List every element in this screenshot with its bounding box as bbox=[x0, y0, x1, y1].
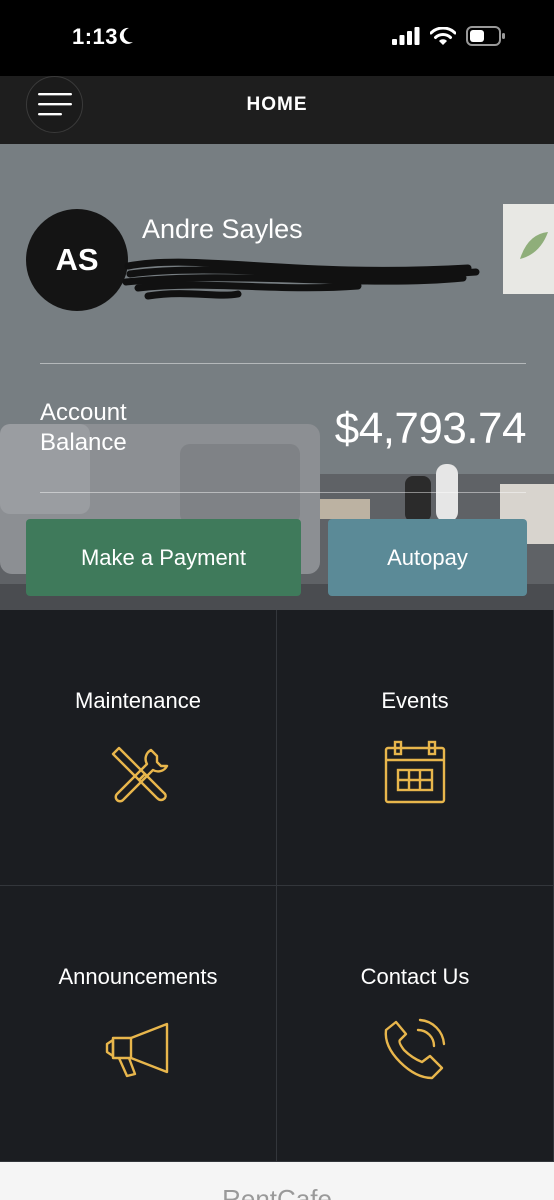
wifi-icon bbox=[430, 26, 456, 45]
battery-icon bbox=[466, 26, 505, 46]
tile-label: Events bbox=[381, 688, 449, 713]
account-balance-value: $4,793.74 bbox=[334, 404, 527, 453]
autopay-button[interactable]: Autopay bbox=[328, 519, 527, 596]
megaphone-icon bbox=[105, 1022, 169, 1078]
account-balance-label: Account Balance bbox=[40, 399, 127, 456]
moon-icon bbox=[119, 27, 133, 44]
tile-label: Maintenance bbox=[75, 688, 201, 713]
tile-label: Contact Us bbox=[360, 964, 470, 989]
nav-bar: HOME bbox=[0, 76, 554, 144]
signal-icon bbox=[392, 27, 420, 45]
account-hero: AS Andre Sayles Account Balance $4,793.7… bbox=[0, 144, 554, 610]
tile-events[interactable]: Events bbox=[277, 610, 554, 886]
rentcafe-logo: RentCafe bbox=[222, 1184, 332, 1200]
phone-icon bbox=[384, 1018, 446, 1080]
tile-label: Announcements bbox=[58, 964, 218, 989]
redaction-scribble bbox=[122, 258, 480, 300]
tile-maintenance[interactable]: Maintenance bbox=[0, 610, 277, 886]
tile-contact-us[interactable]: Contact Us bbox=[277, 886, 554, 1162]
user-name: Andre Sayles bbox=[142, 214, 303, 244]
divider bbox=[40, 492, 526, 493]
divider bbox=[40, 363, 526, 364]
status-icons bbox=[392, 26, 506, 46]
footer: RentCafe bbox=[0, 1162, 554, 1200]
tile-announcements[interactable]: Announcements bbox=[0, 886, 277, 1162]
page-title: HOME bbox=[246, 94, 308, 115]
status-time: 1:13 bbox=[72, 24, 119, 49]
feature-grid: Maintenance Events Announcements Contact… bbox=[0, 610, 554, 1162]
status-bar: 1:13 bbox=[0, 0, 554, 76]
wrench-screwdriver-icon bbox=[111, 746, 169, 803]
avatar: AS bbox=[26, 209, 128, 311]
make-payment-button[interactable]: Make a Payment bbox=[26, 519, 301, 596]
calendar-icon bbox=[384, 740, 446, 804]
